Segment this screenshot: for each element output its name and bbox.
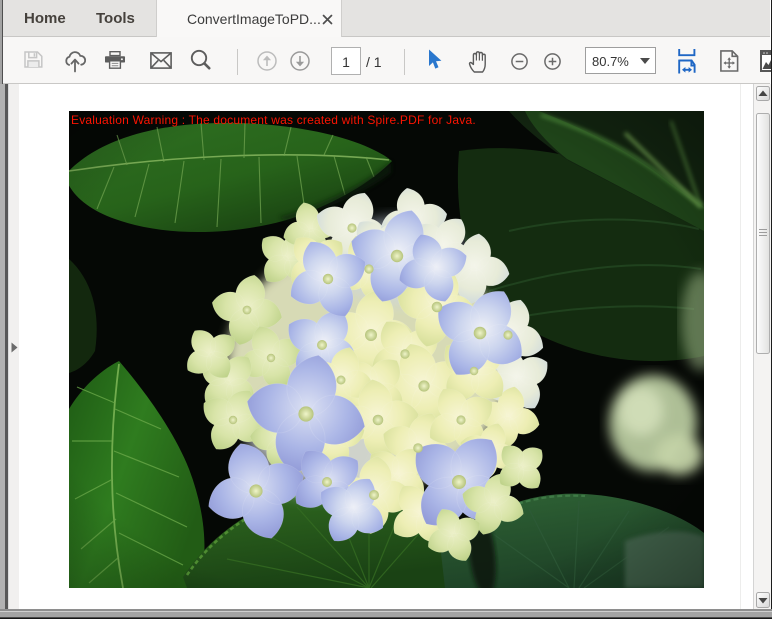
svg-text:Evaluation Warning : The docum: Evaluation Warning : The document was cr… bbox=[71, 113, 476, 127]
